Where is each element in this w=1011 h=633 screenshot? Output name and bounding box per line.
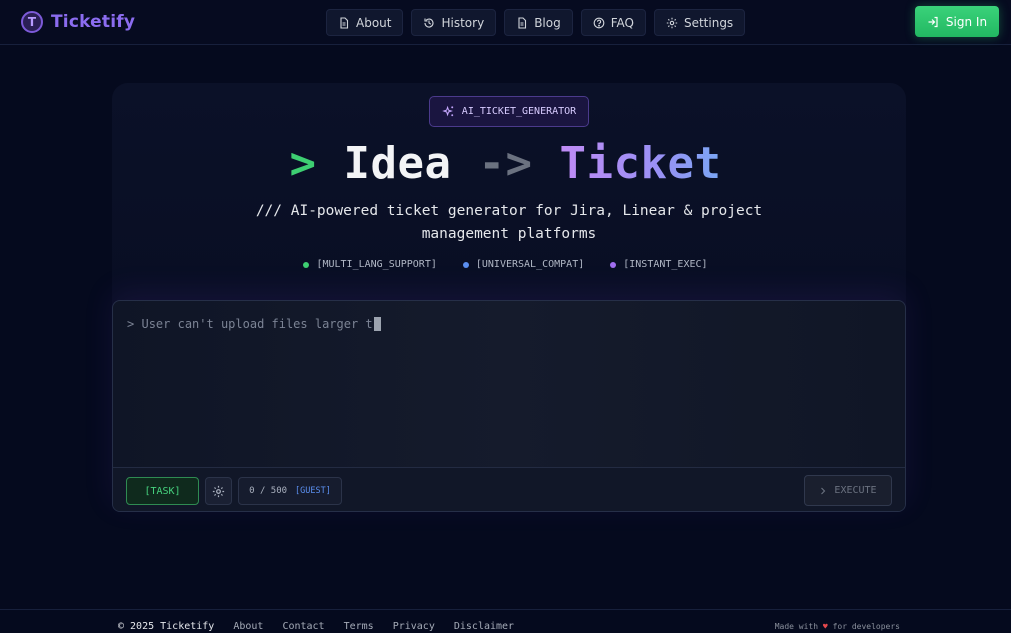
nav-settings-button[interactable]: Settings (653, 9, 746, 36)
footer: © 2025 Ticketify About Contact Terms Pri… (0, 609, 1011, 633)
footer-link-terms[interactable]: Terms (344, 621, 374, 632)
feature-item: [INSTANT_EXEC] (610, 259, 708, 270)
gear-icon (212, 485, 225, 497)
task-type-button[interactable]: [TASK] (126, 477, 199, 505)
input-toolbar: [TASK] 0 / 500 [GUEST] EXECUTE (113, 467, 905, 511)
made-with-post: for developers (832, 622, 900, 631)
nav-history-button[interactable]: History (411, 9, 497, 36)
ticket-textarea[interactable]: > User can't upload files larger t (127, 317, 381, 331)
feature-item: [UNIVERSAL_COMPAT] (462, 259, 585, 270)
top-navbar: T Ticketify About History Blog FAQ Setti… (0, 0, 1011, 45)
input-prompt: > (127, 317, 135, 331)
title-idea: Idea (343, 138, 452, 189)
input-value: User can't upload files larger t (141, 317, 373, 331)
text-cursor (373, 317, 381, 331)
ticket-input-panel: > User can't upload files larger t [TASK… (112, 300, 906, 512)
nav-blog-label: Blog (534, 15, 561, 30)
title-prompt: > (289, 138, 317, 189)
main-nav: About History Blog FAQ Settings (326, 9, 746, 36)
made-with-text: Made with ♥ for developers (775, 622, 900, 631)
subtitle-line-2: management platforms (421, 226, 597, 242)
login-icon (928, 16, 938, 27)
execute-label: EXECUTE (834, 485, 877, 496)
copyright: © 2025 Ticketify (118, 621, 215, 632)
page-title: > Idea -> Ticket (0, 138, 1011, 189)
footer-link-about[interactable]: About (233, 621, 263, 632)
made-with-pre: Made with (774, 622, 819, 631)
logo-text: Ticketify (51, 12, 136, 32)
footer-link-contact[interactable]: Contact (282, 621, 324, 632)
ai-badge: AI_TICKET_GENERATOR (429, 96, 589, 127)
nav-faq-label: FAQ (610, 15, 634, 30)
footer-link-privacy[interactable]: Privacy (393, 621, 435, 632)
heart-icon: ♥ (822, 622, 828, 631)
feature-label: [INSTANT_EXEC] (623, 259, 708, 270)
title-ticket: Ticket (559, 138, 722, 189)
title-arrow: -> (478, 138, 533, 189)
blue-dot-icon (462, 261, 469, 268)
logo-icon: T (21, 11, 43, 33)
history-icon (424, 18, 435, 28)
chevron-right-icon (821, 487, 826, 494)
sign-in-label: Sign In (945, 14, 988, 29)
logo[interactable]: T Ticketify (21, 11, 135, 33)
feature-list: [MULTI_LANG_SUPPORT] [UNIVERSAL_COMPAT] … (0, 259, 1011, 270)
counter-value: 0 / 500 (249, 486, 288, 496)
footer-links: © 2025 Ticketify About Contact Terms Pri… (118, 621, 514, 632)
guest-badge: [GUEST] (295, 486, 331, 496)
sign-in-button[interactable]: Sign In (915, 6, 999, 37)
gear-icon (666, 17, 678, 28)
input-settings-button[interactable] (205, 477, 232, 505)
nav-settings-label: Settings (683, 15, 734, 30)
nav-history-label: History (441, 15, 485, 30)
help-circle-icon (593, 17, 605, 28)
green-dot-icon (303, 261, 310, 268)
nav-faq-button[interactable]: FAQ (580, 9, 646, 36)
character-counter: 0 / 500 [GUEST] (238, 477, 342, 505)
subtitle-line-1: /// AI-powered ticket generator for Jira… (255, 203, 763, 219)
page-subtitle: /// AI-powered ticket generator for Jira… (235, 200, 783, 246)
execute-button[interactable]: EXECUTE (804, 475, 892, 506)
feature-item: [MULTI_LANG_SUPPORT] (303, 259, 437, 270)
sparkles-icon (442, 105, 453, 117)
task-type-label: [TASK] (144, 485, 181, 497)
purple-dot-icon (610, 261, 617, 268)
feature-label: [MULTI_LANG_SUPPORT] (316, 259, 437, 270)
nav-about-label: About (356, 15, 392, 30)
feature-label: [UNIVERSAL_COMPAT] (475, 259, 585, 270)
document-icon (340, 16, 349, 29)
nav-about-button[interactable]: About (326, 9, 404, 36)
document-icon (518, 16, 527, 29)
ai-badge-label: AI_TICKET_GENERATOR (461, 106, 577, 117)
nav-blog-button[interactable]: Blog (504, 9, 573, 36)
footer-link-disclaimer[interactable]: Disclaimer (454, 621, 514, 632)
